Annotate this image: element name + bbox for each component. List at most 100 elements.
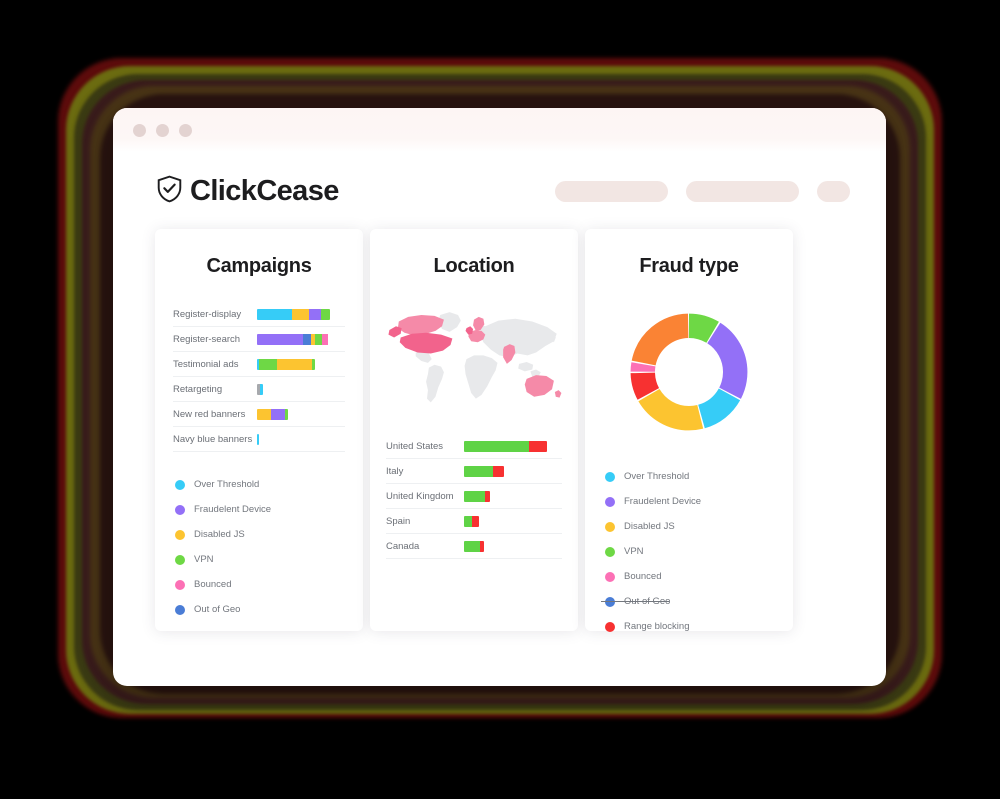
bar-segment-blocked — [471, 515, 479, 527]
table-row[interactable]: United States — [386, 434, 562, 459]
traffic-light-close[interactable] — [133, 123, 146, 137]
legend-swatch-icon — [605, 571, 615, 582]
legend-item[interactable]: Range blocking — [605, 614, 793, 639]
legend-item[interactable]: Over Threshold — [175, 472, 363, 497]
row-bar-track — [257, 383, 345, 395]
table-row[interactable]: Testimonial ads — [173, 352, 345, 377]
stacked-bar[interactable] — [257, 333, 329, 345]
legend-strikethrough — [601, 601, 669, 603]
card-title-campaigns: Campaigns — [206, 255, 312, 277]
card-location: Location United States Italy United King… — [370, 229, 578, 631]
fraud-type-donut-wrap — [585, 302, 793, 442]
bar-segment-fraudelent-device — [271, 408, 286, 420]
nav-skeleton-1[interactable] — [555, 180, 668, 202]
brand-name: ClickCease — [190, 174, 339, 207]
bar-segment-out-of-geo — [302, 333, 311, 345]
table-row[interactable]: New red banners — [173, 402, 345, 427]
legend-item[interactable]: VPN — [605, 539, 793, 564]
bar-segment-valid — [464, 490, 485, 502]
legend-item[interactable]: Out of Geo — [175, 597, 363, 622]
row-label: United States — [386, 440, 444, 452]
legend-item[interactable]: Disabled JS — [175, 522, 363, 547]
stacked-bar[interactable] — [257, 358, 315, 370]
campaigns-bar-list: Register-display Register-search Testimoni… — [155, 302, 363, 452]
legend-swatch-icon — [175, 579, 185, 590]
legend-item[interactable]: Bounced — [175, 572, 363, 597]
table-row[interactable]: Register-search — [173, 327, 345, 352]
table-row[interactable]: Register-display — [173, 302, 345, 327]
bar-segment-over-threshold — [257, 433, 260, 445]
shield-check-icon — [155, 174, 184, 209]
stacked-bar[interactable] — [257, 408, 288, 420]
stacked-bar[interactable] — [257, 308, 330, 320]
table-row[interactable]: Navy blue banners — [173, 427, 345, 452]
stacked-bar[interactable] — [464, 540, 484, 552]
row-bar-track — [257, 333, 345, 345]
legend-swatch-icon — [605, 521, 615, 532]
nav-skeleton-2[interactable] — [686, 180, 799, 202]
legend-swatch-icon — [175, 604, 185, 615]
row-bar-track — [464, 540, 562, 552]
legend-item[interactable]: Fraudelent Device — [175, 497, 363, 522]
campaigns-legend: Over Threshold Fraudelent Device Disabled … — [175, 472, 363, 622]
legend-swatch-icon — [605, 496, 615, 507]
row-bar-track — [464, 515, 562, 527]
header-nav — [555, 180, 850, 202]
legend-item[interactable]: Fraudelent Device — [605, 489, 793, 514]
bar-segment-fraudelent-device — [257, 333, 303, 345]
legend-item[interactable]: Out of Geo — [601, 589, 793, 614]
bar-segment-blocked — [528, 440, 547, 452]
stacked-bar[interactable] — [464, 490, 490, 502]
bar-segment-disabled-js — [292, 308, 309, 320]
legend-label: Disabled JS — [624, 521, 675, 532]
stacked-bar[interactable] — [464, 465, 504, 477]
legend-label: Over Threshold — [624, 471, 690, 482]
traffic-light-minimize[interactable] — [156, 123, 169, 137]
table-row[interactable]: Canada — [386, 534, 562, 559]
world-map-choropleth[interactable] — [380, 302, 568, 420]
stacked-bar[interactable] — [464, 440, 547, 452]
table-row[interactable]: Spain — [386, 509, 562, 534]
row-label: Spain — [386, 515, 411, 527]
screenshot-stage: ClickCease Campaigns Register-display Reg… — [0, 0, 1000, 799]
table-row[interactable]: United Kingdom — [386, 484, 562, 509]
table-row[interactable]: Retargeting — [173, 377, 345, 402]
legend-label: Out of Geo — [194, 604, 241, 615]
brand-logo[interactable]: ClickCease — [155, 174, 339, 209]
nav-skeleton-3[interactable] — [817, 180, 850, 202]
dashboard-cards: Campaigns Register-display Register-searc… — [113, 208, 886, 632]
stacked-bar[interactable] — [464, 515, 479, 527]
bar-segment-valid — [464, 440, 529, 452]
card-campaigns: Campaigns Register-display Register-searc… — [155, 229, 363, 631]
traffic-light-maximize[interactable] — [179, 123, 192, 137]
stacked-bar[interactable] — [257, 433, 260, 445]
bar-segment-vpn — [259, 358, 277, 370]
legend-label: Bounced — [624, 571, 662, 582]
row-bar-track — [464, 490, 562, 502]
row-bar-track — [464, 465, 562, 477]
legend-item[interactable]: Bounced — [605, 564, 793, 589]
legend-swatch-icon — [605, 621, 615, 632]
stacked-bar[interactable] — [257, 383, 263, 395]
legend-label: Fraudelent Device — [194, 504, 272, 515]
row-label: Canada — [386, 540, 420, 552]
legend-item[interactable]: Over Threshold — [605, 464, 793, 489]
legend-item[interactable]: VPN — [175, 547, 363, 572]
row-label: Register-search — [173, 333, 241, 345]
bar-segment-fraudelent-device — [308, 308, 322, 320]
row-label: Italy — [386, 465, 404, 477]
bar-segment-disabled-js — [257, 408, 272, 420]
row-bar-track — [257, 433, 345, 445]
fraud-type-donut-chart[interactable] — [628, 311, 750, 433]
bar-segment-vpn — [312, 358, 315, 370]
legend-swatch-icon — [605, 546, 615, 557]
bar-segment-valid — [464, 465, 493, 477]
bar-segment-valid — [464, 540, 480, 552]
app-header: ClickCease — [113, 152, 886, 208]
table-row[interactable]: Italy — [386, 459, 562, 484]
legend-item[interactable]: Disabled JS — [605, 514, 793, 539]
row-bar-track — [257, 358, 345, 370]
row-bar-track — [257, 408, 345, 420]
row-label: Testimonial ads — [173, 358, 239, 370]
legend-swatch-icon — [175, 504, 185, 515]
